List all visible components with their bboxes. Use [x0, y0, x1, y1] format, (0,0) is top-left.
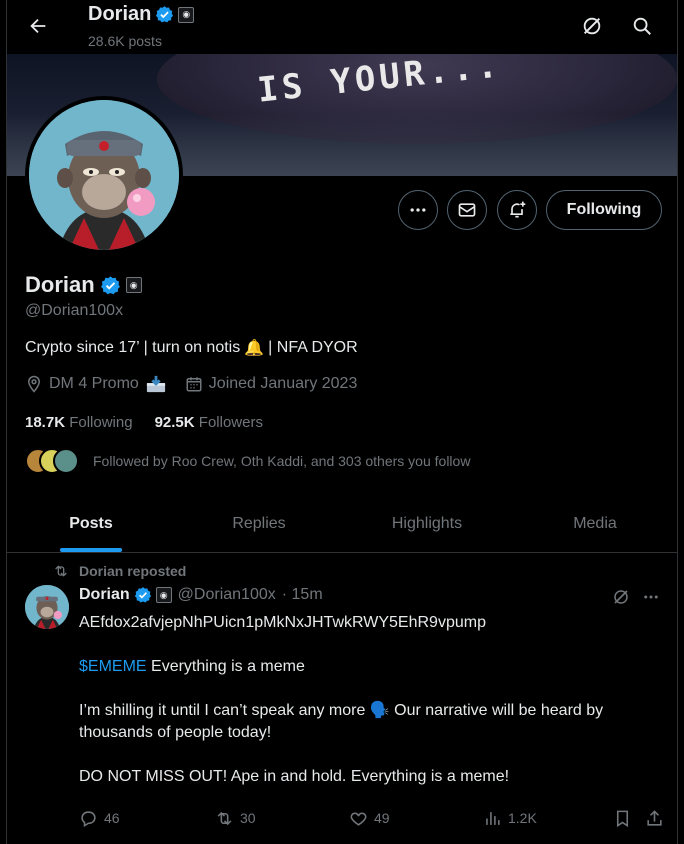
cashtag-link[interactable]: $EMEME — [79, 658, 147, 675]
tweet-body: AEfdox2afvjepNhPUicn1pMkNxJHTwkRWY5EhR9v… — [79, 612, 663, 810]
tweet-header: Dorian ◉ @Dorian100x · 15m — [79, 586, 323, 604]
verified-badge-icon[interactable] — [100, 275, 121, 296]
post-count: 28.6K posts — [88, 33, 162, 49]
arrow-left-icon — [30, 18, 46, 34]
share-button[interactable] — [645, 806, 664, 830]
top-bar: Dorian ◉ 28.6K posts — [7, 0, 677, 54]
active-tab-indicator — [60, 548, 122, 552]
inbox-tray-emoji-icon — [146, 375, 165, 393]
ape-avatar-image — [25, 585, 69, 629]
profile-tabs: Posts Replies Highlights Media — [7, 496, 677, 553]
grok-tweet-button[interactable] — [607, 585, 635, 609]
bell-plus-icon — [510, 201, 526, 218]
search-button[interactable] — [625, 9, 659, 43]
views-chart-icon — [486, 811, 500, 825]
affiliate-badge-icon[interactable]: ◉ — [125, 277, 142, 293]
join-date: Joined January 2023 — [185, 375, 357, 393]
followed-by[interactable]: Followed by Roo Crew, Oth Kaddi, and 303… — [25, 448, 470, 474]
tweet-address: AEfdox2afvjepNhPUicn1pMkNxJHTwkRWY5EhR9v… — [79, 614, 486, 631]
tweet-actions: 46 30 49 1.2K — [79, 806, 669, 830]
mail-icon — [458, 203, 476, 217]
tab-replies[interactable]: Replies — [175, 496, 343, 552]
affiliate-badge-icon: ◉ — [155, 587, 172, 603]
grok-button[interactable] — [575, 9, 609, 43]
tab-highlights[interactable]: Highlights — [343, 496, 511, 552]
heart-icon — [350, 812, 367, 826]
verified-badge-icon — [156, 6, 174, 23]
more-dots-icon — [644, 595, 658, 599]
tweet-author-handle[interactable]: @Dorian100x — [178, 586, 276, 604]
share-icon — [647, 809, 662, 826]
following-button[interactable]: Following — [546, 190, 662, 230]
like-button[interactable]: 49 — [349, 806, 390, 830]
more-dots-icon — [410, 208, 426, 212]
back-button[interactable] — [21, 9, 55, 43]
grok-icon — [614, 590, 628, 604]
bookmark-button[interactable] — [613, 806, 632, 830]
avatar — [53, 448, 79, 474]
topbar-title: Dorian ◉ — [88, 3, 195, 26]
more-options-button[interactable] — [398, 190, 438, 230]
tweet-line-1: $EMEME Everything is a meme — [79, 658, 305, 675]
calendar-icon — [186, 377, 202, 392]
repost-icon — [55, 565, 67, 577]
tab-media[interactable]: Media — [511, 496, 677, 552]
grok-icon — [583, 17, 601, 35]
tweet-time[interactable]: · 15m — [282, 586, 323, 604]
ape-avatar-image — [29, 100, 179, 250]
profile-bio: Crypto since 17’ | turn on notis 🔔 | NFA… — [25, 339, 358, 357]
notifications-button[interactable] — [497, 190, 537, 230]
message-button[interactable] — [447, 190, 487, 230]
location-pin-icon — [27, 375, 41, 393]
tweet-more-button[interactable] — [637, 585, 665, 609]
tweet-line-2: I’m shilling it until I can’t speak any … — [79, 702, 604, 741]
bookmark-icon — [616, 810, 629, 827]
search-icon — [633, 17, 651, 35]
location: DM 4 Promo — [25, 374, 167, 394]
follow-stats: 18.7K Following 92.5K Followers — [25, 414, 263, 431]
repost-indicator[interactable]: Dorian reposted — [53, 563, 186, 579]
profile-meta: DM 4 Promo Joined January 2023 — [25, 374, 375, 394]
tweet-avatar[interactable] — [25, 585, 69, 629]
bell-emoji: 🔔 — [244, 340, 265, 357]
repost-icon — [217, 811, 232, 825]
tweet-author-name[interactable]: Dorian — [79, 586, 130, 604]
tweet-line-3: DO NOT MISS OUT! Ape in and hold. Everyt… — [79, 768, 510, 785]
retweet-button[interactable]: 30 — [215, 806, 256, 830]
mutual-avatars — [25, 448, 81, 474]
reply-button[interactable]: 46 — [79, 806, 120, 830]
reply-icon — [81, 810, 96, 827]
followers-link[interactable]: 92.5K Followers — [155, 414, 263, 431]
profile-avatar[interactable] — [25, 96, 183, 254]
profile-name: Dorian ◉ — [25, 272, 142, 298]
verified-badge-icon — [134, 587, 151, 603]
profile-page: IS YOUR... Dorian ◉ 28.6K posts Followin… — [6, 0, 678, 844]
affiliate-badge-icon: ◉ — [178, 6, 195, 23]
profile-handle: @Dorian100x — [25, 302, 124, 319]
following-link[interactable]: 18.7K Following — [25, 414, 133, 431]
tab-posts[interactable]: Posts — [7, 496, 175, 552]
views-button[interactable]: 1.2K — [483, 806, 537, 830]
